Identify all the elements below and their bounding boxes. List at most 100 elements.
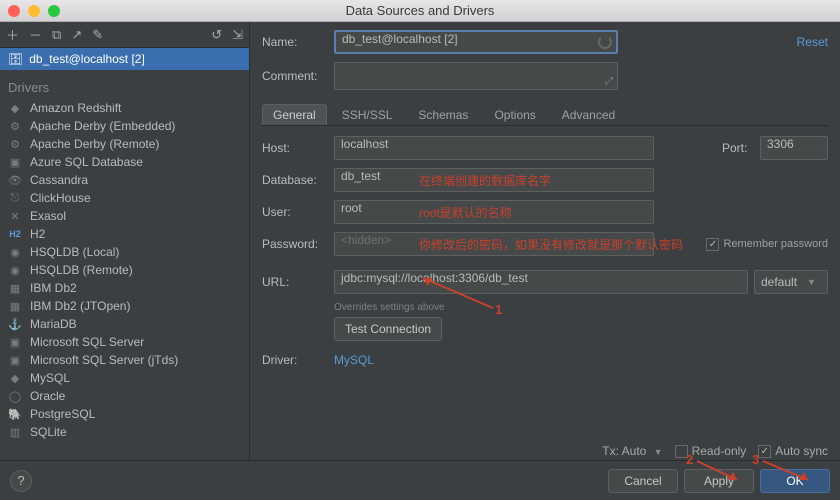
sidebar-toolbar: ＋ － ⧉ ↗ ✎ ↺ ⇲ <box>0 22 249 48</box>
tabs: General SSH/SSL Schemas Options Advanced <box>262 104 828 126</box>
expand-icon[interactable]: ⤢ <box>605 76 613 87</box>
driver-label: Driver: <box>262 353 328 367</box>
driver-row[interactable]: ⚙Apache Derby (Remote) <box>0 135 249 153</box>
minimize-icon[interactable] <box>28 5 40 17</box>
driver-row[interactable]: 🐘PostgreSQL <box>0 405 249 423</box>
driver-row[interactable]: ◆Amazon Redshift <box>0 99 249 117</box>
maximize-icon[interactable] <box>48 5 60 17</box>
window-title: Data Sources and Drivers <box>346 3 495 18</box>
comment-label: Comment: <box>262 69 328 83</box>
driver-icon: ✕ <box>8 210 22 223</box>
annotation-password: 你修改后的密码，如果没有修改就是那个默认密码 <box>419 236 683 253</box>
password-label: Password: <box>262 237 328 251</box>
driver-row[interactable]: ⎋ClickHouse <box>0 189 249 207</box>
driver-link[interactable]: MySQL <box>334 353 374 367</box>
test-connection-button[interactable]: Test Connection <box>334 317 442 341</box>
copy-icon[interactable]: ⧉ <box>52 27 61 43</box>
url-label: URL: <box>262 275 328 289</box>
expand-icon[interactable]: ⇲ <box>232 27 243 43</box>
driver-row[interactable]: ◆MySQL <box>0 369 249 387</box>
driver-row[interactable]: ◉HSQLDB (Local) <box>0 243 249 261</box>
comment-input[interactable]: ⤢ <box>334 62 618 90</box>
host-input[interactable]: localhost <box>334 136 654 160</box>
driver-icon: ⚙ <box>8 120 22 133</box>
driver-row[interactable]: 👁Cassandra <box>0 171 249 189</box>
driver-icon: ▦ <box>8 282 22 295</box>
datasource-label: db_test@localhost [2] <box>29 52 145 66</box>
remove-icon[interactable]: － <box>29 25 42 44</box>
chevron-down-icon: ▼ <box>654 447 663 457</box>
datasource-item[interactable]: 🗄 db_test@localhost [2] <box>0 48 249 70</box>
undo-icon[interactable]: ↺ <box>211 27 222 43</box>
driver-row[interactable]: ▥SQLite <box>0 423 249 441</box>
apply-button[interactable]: Apply <box>684 469 754 493</box>
driver-icon: ◉ <box>8 246 22 259</box>
annotation-2: 2 <box>686 452 693 467</box>
driver-row[interactable]: ▣Microsoft SQL Server (jTds) <box>0 351 249 369</box>
driver-row[interactable]: ⚙Apache Derby (Embedded) <box>0 117 249 135</box>
driver-row[interactable]: ◯Oracle <box>0 387 249 405</box>
close-icon[interactable] <box>8 5 20 17</box>
tab-schemas[interactable]: Schemas <box>407 104 479 125</box>
driver-icon: ◉ <box>8 264 22 277</box>
remember-password[interactable]: ✓ Remember password <box>706 238 828 251</box>
annotation-database: 在终端创建的数据库名字 <box>419 172 551 189</box>
sidebar: ＋ － ⧉ ↗ ✎ ↺ ⇲ 🗄 db_test@localhost [2] Dr… <box>0 22 250 460</box>
annotation-3: 3 <box>752 452 759 467</box>
driver-icon: 👁 <box>8 174 22 187</box>
tx-row: Tx: Auto ▼ Read-only ✓Auto sync <box>602 444 828 458</box>
loading-icon <box>598 35 612 49</box>
host-label: Host: <box>262 141 328 155</box>
footer: ? Cancel Apply OK <box>0 460 840 500</box>
driver-icon: ▣ <box>8 354 22 367</box>
window-controls <box>8 5 60 17</box>
driver-row[interactable]: ◉HSQLDB (Remote) <box>0 261 249 279</box>
tab-general[interactable]: General <box>262 104 327 125</box>
driver-row[interactable]: ▦IBM Db2 <box>0 279 249 297</box>
window-titlebar: Data Sources and Drivers <box>0 0 840 22</box>
driver-icon: ◆ <box>8 372 22 385</box>
tab-options[interactable]: Options <box>483 104 546 125</box>
url-input[interactable]: jdbc:mysql://localhost:3306/db_test <box>334 270 748 294</box>
driver-icon: ◆ <box>8 102 22 115</box>
tab-advanced[interactable]: Advanced <box>551 104 626 125</box>
driver-icon: 🐘 <box>8 408 22 421</box>
driver-list: ◆Amazon Redshift ⚙Apache Derby (Embedded… <box>0 99 249 441</box>
reset-link[interactable]: Reset <box>797 35 828 49</box>
override-hint: Overrides settings above <box>334 302 828 313</box>
driver-icon: ⎋ <box>8 192 22 205</box>
ok-button[interactable]: OK <box>760 469 830 493</box>
drivers-header: Drivers <box>0 70 249 99</box>
driver-icon: ▣ <box>8 156 22 169</box>
autosync-checkbox[interactable]: ✓Auto sync <box>758 444 828 458</box>
chevron-down-icon: ▼ <box>807 277 816 287</box>
url-scope-select[interactable]: default ▼ <box>754 270 828 294</box>
cancel-button[interactable]: Cancel <box>608 469 678 493</box>
driver-row[interactable]: ▦IBM Db2 (JTOpen) <box>0 297 249 315</box>
user-label: User: <box>262 205 328 219</box>
checkbox-icon: ✓ <box>706 238 719 251</box>
annotation-user: root是默认的名称 <box>419 204 512 221</box>
driver-row[interactable]: ▣Azure SQL Database <box>0 153 249 171</box>
driver-row[interactable]: H2H2 <box>0 225 249 243</box>
edit-icon[interactable]: ↗ <box>71 27 82 43</box>
tab-ssh[interactable]: SSH/SSL <box>331 104 404 125</box>
help-button[interactable]: ? <box>10 470 32 492</box>
driver-row[interactable]: ▣Microsoft SQL Server <box>0 333 249 351</box>
driver-icon: ▦ <box>8 300 22 313</box>
driver-icon: ▣ <box>8 336 22 349</box>
driver-row[interactable]: ✕Exasol <box>0 207 249 225</box>
database-icon: 🗄 <box>8 52 23 66</box>
name-label: Name: <box>262 35 328 49</box>
settings-icon[interactable]: ✎ <box>92 27 103 43</box>
name-input[interactable]: db_test@localhost [2] <box>334 30 618 54</box>
driver-icon: H2 <box>8 229 22 239</box>
database-label: Database: <box>262 173 328 187</box>
port-label: Port: <box>722 141 754 155</box>
port-input[interactable]: 3306 <box>760 136 828 160</box>
driver-row[interactable]: ⚓MariaDB <box>0 315 249 333</box>
driver-icon: ⚓ <box>8 318 22 331</box>
annotation-1: 1 <box>495 302 502 317</box>
tx-label: Tx: Auto ▼ <box>602 444 662 458</box>
add-icon[interactable]: ＋ <box>6 25 19 44</box>
